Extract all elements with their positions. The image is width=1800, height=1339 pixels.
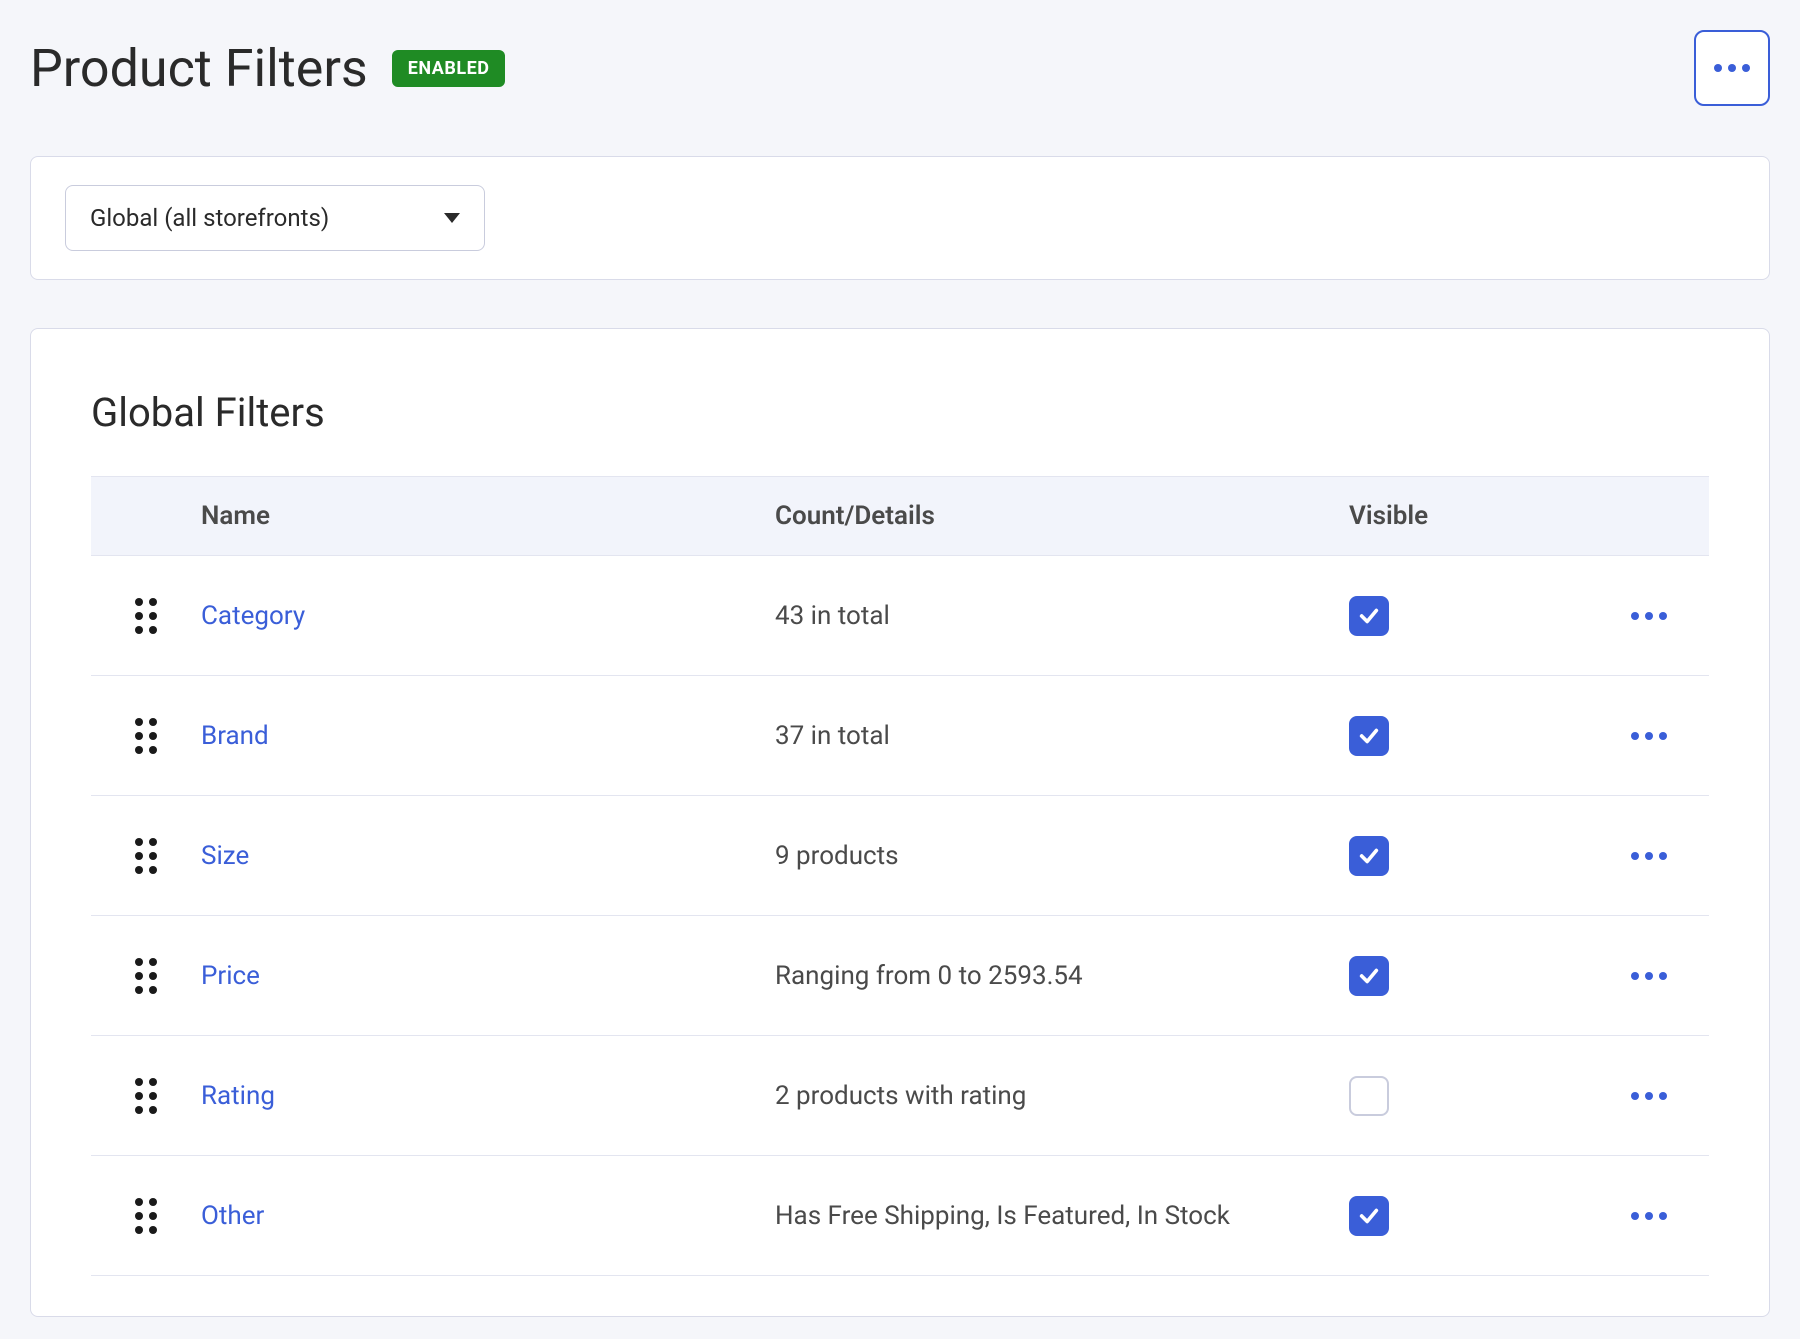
page-header: Product Filters ENABLED: [30, 30, 1770, 106]
row-actions-button[interactable]: [1589, 612, 1709, 620]
visible-checkbox[interactable]: [1349, 1196, 1389, 1236]
table-row: Size9 products: [91, 796, 1709, 916]
ellipsis-icon: [1631, 852, 1667, 860]
drag-handle-icon[interactable]: [91, 958, 201, 994]
scope-select-value: Global (all storefronts): [90, 204, 329, 232]
row-actions-button[interactable]: [1589, 852, 1709, 860]
row-actions-button[interactable]: [1589, 732, 1709, 740]
filters-table: Name Count/Details Visible Category43 in…: [91, 476, 1709, 1276]
checkmark-icon: [1358, 845, 1380, 867]
filter-details: 2 products with rating: [775, 1081, 1349, 1111]
section-title: Global Filters: [91, 389, 1709, 436]
column-header-details: Count/Details: [775, 501, 1349, 531]
caret-down-icon: [444, 213, 460, 223]
visible-checkbox[interactable]: [1349, 716, 1389, 756]
visible-checkbox[interactable]: [1349, 956, 1389, 996]
filter-name-link[interactable]: Other: [201, 1201, 775, 1231]
row-actions-button[interactable]: [1589, 1212, 1709, 1220]
table-row: PriceRanging from 0 to 2593.54: [91, 916, 1709, 1036]
filter-name-link[interactable]: Size: [201, 841, 775, 871]
drag-handle-icon[interactable]: [91, 718, 201, 754]
ellipsis-icon: [1631, 1212, 1667, 1220]
drag-handle-icon[interactable]: [91, 838, 201, 874]
ellipsis-icon: [1631, 612, 1667, 620]
table-header: Name Count/Details Visible: [91, 476, 1709, 556]
ellipsis-icon: [1631, 732, 1667, 740]
filter-details: Ranging from 0 to 2593.54: [775, 961, 1349, 991]
filters-panel: Global Filters Name Count/Details Visibl…: [30, 328, 1770, 1317]
table-row: OtherHas Free Shipping, Is Featured, In …: [91, 1156, 1709, 1276]
filter-name-link[interactable]: Price: [201, 961, 775, 991]
ellipsis-icon: [1631, 1092, 1667, 1100]
ellipsis-icon: [1714, 64, 1750, 72]
filter-details: 37 in total: [775, 721, 1349, 751]
filter-details: Has Free Shipping, Is Featured, In Stock: [775, 1201, 1349, 1231]
row-actions-button[interactable]: [1589, 972, 1709, 980]
drag-handle-icon[interactable]: [91, 598, 201, 634]
table-row: Rating2 products with rating: [91, 1036, 1709, 1156]
ellipsis-icon: [1631, 972, 1667, 980]
drag-handle-icon[interactable]: [91, 1198, 201, 1234]
visible-checkbox[interactable]: [1349, 596, 1389, 636]
visible-checkbox[interactable]: [1349, 836, 1389, 876]
filter-name-link[interactable]: Rating: [201, 1081, 775, 1111]
checkmark-icon: [1358, 725, 1380, 747]
status-badge: ENABLED: [392, 50, 506, 87]
checkmark-icon: [1358, 965, 1380, 987]
page-actions-button[interactable]: [1694, 30, 1770, 106]
table-row: Brand37 in total: [91, 676, 1709, 796]
filter-details: 9 products: [775, 841, 1349, 871]
row-actions-button[interactable]: [1589, 1092, 1709, 1100]
visible-checkbox[interactable]: [1349, 1076, 1389, 1116]
scope-panel: Global (all storefronts): [30, 156, 1770, 280]
column-header-visible: Visible: [1349, 501, 1589, 531]
checkmark-icon: [1358, 605, 1380, 627]
filter-details: 43 in total: [775, 601, 1349, 631]
filter-name-link[interactable]: Brand: [201, 721, 775, 751]
column-header-name: Name: [201, 501, 775, 531]
storefront-scope-select[interactable]: Global (all storefronts): [65, 185, 485, 251]
drag-handle-icon[interactable]: [91, 1078, 201, 1114]
page-title: Product Filters: [30, 38, 368, 99]
table-row: Category43 in total: [91, 556, 1709, 676]
header-left: Product Filters ENABLED: [30, 38, 505, 99]
checkmark-icon: [1358, 1205, 1380, 1227]
filter-name-link[interactable]: Category: [201, 601, 775, 631]
